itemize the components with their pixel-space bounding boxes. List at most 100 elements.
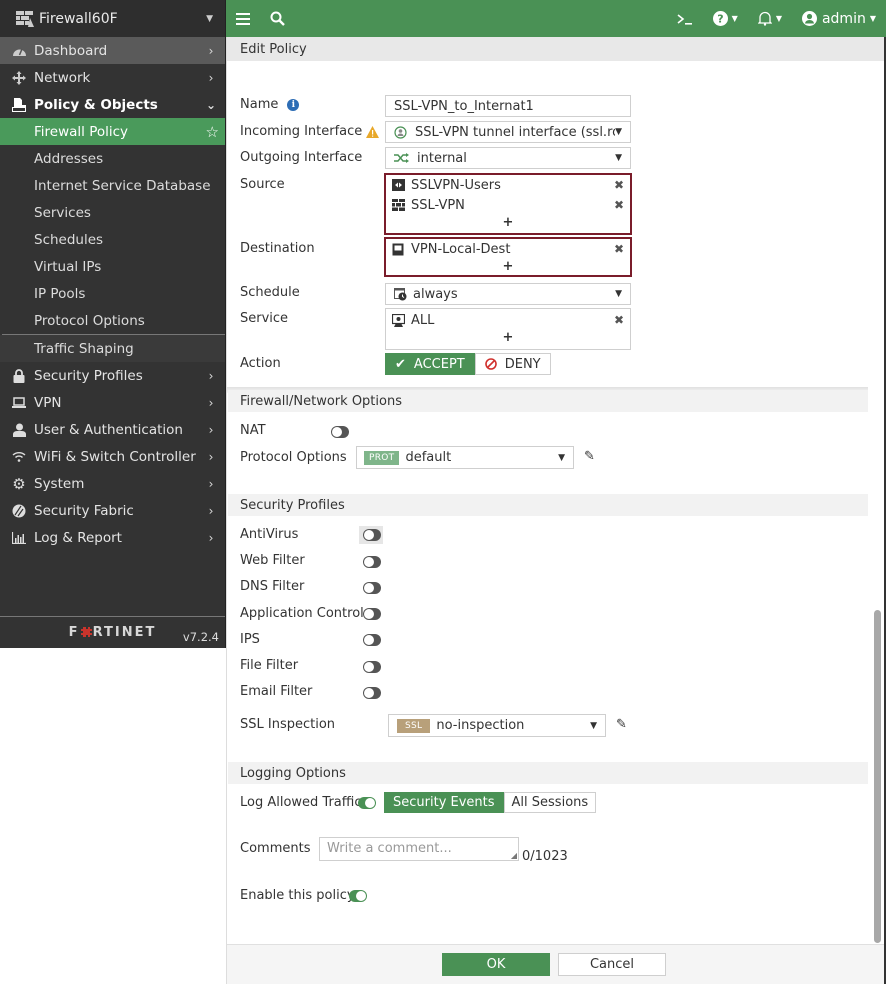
sidebar-subitem-ip-pools[interactable]: IP Pools bbox=[0, 280, 225, 307]
bell-icon bbox=[757, 11, 772, 26]
username: admin bbox=[821, 10, 866, 27]
sidebar-item-security-profiles[interactable]: Security Profiles › bbox=[0, 362, 225, 389]
sidebar-item-dashboard[interactable]: Dashboard › bbox=[0, 37, 225, 64]
sidebar-item-policy-objects[interactable]: Policy & Objects ⌄ bbox=[0, 91, 225, 118]
firmware-version: v7.2.4 bbox=[182, 630, 219, 644]
source-entry: SSLVPN-Users ✖ bbox=[386, 175, 630, 195]
dns-filter-toggle[interactable] bbox=[363, 582, 381, 594]
sidebar-subitem-virtual-ips[interactable]: Virtual IPs bbox=[0, 253, 225, 280]
sidebar-subitem-label: Traffic Shaping bbox=[34, 340, 134, 357]
sidebar-item-system[interactable]: ⚙ System › bbox=[0, 470, 225, 497]
destination-label: Destination bbox=[240, 241, 315, 256]
sidebar-item-wifi-switch-controller[interactable]: WiFi & Switch Controller › bbox=[0, 443, 225, 470]
profile-label: Application Control bbox=[240, 606, 364, 621]
sidebar-subitem-schedules[interactable]: Schedules bbox=[0, 226, 225, 253]
source-selector[interactable]: SSLVPN-Users ✖ SSL-VPN ✖ + bbox=[384, 173, 632, 235]
vertical-scrollbar[interactable] bbox=[874, 610, 881, 943]
enable-policy-row: Enable this policy bbox=[240, 888, 355, 903]
gear-icon: ⚙ bbox=[12, 474, 26, 493]
edit-pencil-icon[interactable]: ✎ bbox=[584, 449, 595, 464]
sidebar-subitem-services[interactable]: Services bbox=[0, 199, 225, 226]
nat-row: NAT bbox=[240, 423, 266, 438]
outgoing-interface-label: Outgoing Interface bbox=[240, 150, 363, 165]
sidebar-subitem-label: Virtual IPs bbox=[34, 258, 102, 275]
add-destination-button[interactable]: + bbox=[386, 259, 630, 277]
sidebar-item-label: System bbox=[34, 475, 85, 492]
info-icon[interactable]: i bbox=[287, 98, 300, 111]
antivirus-toggle[interactable] bbox=[363, 529, 381, 541]
remove-icon[interactable]: ✖ bbox=[614, 198, 624, 212]
laptop-icon bbox=[10, 397, 28, 408]
add-source-button[interactable]: + bbox=[386, 215, 630, 233]
profile-label: Email Filter bbox=[240, 684, 313, 699]
service-selector[interactable]: ALL ✖ + bbox=[385, 308, 631, 350]
sidebar-item-security-fabric[interactable]: Security Fabric › bbox=[0, 497, 225, 524]
security-events-option[interactable]: Security Events bbox=[384, 792, 504, 813]
sidebar-item-network[interactable]: Network › bbox=[0, 64, 225, 91]
sidebar-item-user-authentication[interactable]: User & Authentication › bbox=[0, 416, 225, 443]
edit-policy-panel: Edit Policy Name i SSL-VPN_to_Internat1 … bbox=[226, 37, 886, 984]
sidebar-subitem-internet-service-database[interactable]: Internet Service Database bbox=[0, 172, 225, 199]
remove-icon[interactable]: ✖ bbox=[614, 313, 624, 327]
service-icon bbox=[392, 313, 406, 327]
add-service-button[interactable]: + bbox=[386, 330, 630, 348]
device-selector[interactable]: Firewall60F ▼ bbox=[0, 0, 225, 37]
log-allowed-traffic-label: Log Allowed Traffic bbox=[240, 795, 362, 810]
search-icon[interactable] bbox=[270, 11, 285, 26]
protocol-options-select[interactable]: PROT default ▼ bbox=[356, 446, 574, 469]
ssl-badge: SSL bbox=[397, 718, 431, 733]
sidebar-subitem-firewall-policy[interactable]: Firewall Policy ☆ bbox=[0, 118, 225, 145]
user-menu[interactable]: admin ▼ bbox=[801, 10, 876, 27]
sidebar-item-log-report[interactable]: Log & Report › bbox=[0, 524, 225, 551]
incoming-interface-select[interactable]: SSL-VPN tunnel interface (ssl.roo ▼ bbox=[385, 121, 631, 143]
all-sessions-option[interactable]: All Sessions bbox=[503, 792, 597, 813]
profile-label: Web Filter bbox=[240, 553, 305, 568]
enable-policy-toggle[interactable] bbox=[349, 890, 367, 902]
sidebar-item-label: Log & Report bbox=[34, 529, 122, 546]
chevron-right-icon: › bbox=[208, 368, 214, 383]
deny-option[interactable]: DENY bbox=[474, 353, 551, 375]
sidebar-subitem-protocol-options[interactable]: Protocol Options bbox=[0, 307, 225, 334]
warning-icon bbox=[366, 125, 380, 138]
schedule-clock-icon bbox=[394, 287, 407, 301]
bar-chart-icon bbox=[10, 531, 28, 544]
wifi-icon bbox=[10, 451, 28, 462]
destination-selector[interactable]: VPN-Local-Dest ✖ + bbox=[384, 237, 632, 277]
file-filter-toggle[interactable] bbox=[363, 661, 381, 673]
application-control-toggle[interactable] bbox=[363, 608, 381, 620]
email-filter-toggle[interactable] bbox=[363, 687, 381, 699]
action-toggle: ✔ ACCEPT DENY bbox=[385, 353, 551, 375]
profile-row-antivirus: AntiVirus bbox=[240, 527, 298, 542]
sidebar-item-label: Policy & Objects bbox=[34, 96, 158, 113]
sidebar-subitem-traffic-shaping[interactable]: Traffic Shaping bbox=[0, 335, 225, 362]
cli-console-icon[interactable] bbox=[677, 13, 693, 25]
notifications-menu[interactable]: ▼ bbox=[757, 11, 782, 26]
remove-icon[interactable]: ✖ bbox=[614, 178, 624, 192]
profile-row-web-filter: Web Filter bbox=[240, 553, 305, 568]
deny-circle-icon bbox=[484, 358, 497, 370]
name-input[interactable]: SSL-VPN_to_Internat1 bbox=[385, 95, 631, 117]
sidebar-subitem-addresses[interactable]: Addresses bbox=[0, 145, 225, 172]
comments-textarea[interactable]: Write a comment... ◢ bbox=[319, 837, 519, 861]
ssl-vpn-tunnel-icon bbox=[394, 125, 407, 139]
service-row: Service bbox=[240, 311, 288, 326]
ok-button[interactable]: OK bbox=[442, 953, 550, 976]
ips-toggle[interactable] bbox=[363, 634, 381, 646]
cancel-button[interactable]: Cancel bbox=[558, 953, 666, 976]
edit-pencil-icon[interactable]: ✎ bbox=[616, 717, 627, 732]
destination-entry-label: VPN-Local-Dest bbox=[411, 241, 511, 257]
remove-icon[interactable]: ✖ bbox=[614, 242, 624, 256]
schedule-select[interactable]: always ▼ bbox=[385, 283, 631, 305]
log-allowed-traffic-toggle[interactable] bbox=[358, 797, 376, 809]
sidebar-item-vpn[interactable]: VPN › bbox=[0, 389, 225, 416]
help-menu[interactable]: ? ▼ bbox=[712, 11, 738, 26]
star-favorite-icon[interactable]: ☆ bbox=[206, 123, 219, 141]
ssl-inspection-select[interactable]: SSL no-inspection ▼ bbox=[388, 714, 606, 737]
dropdown-arrow-icon: ▼ bbox=[558, 452, 565, 463]
resize-grip-icon[interactable]: ◢ bbox=[511, 851, 517, 860]
web-filter-toggle[interactable] bbox=[363, 556, 381, 568]
hamburger-menu-icon[interactable] bbox=[236, 12, 250, 25]
nat-toggle[interactable] bbox=[331, 426, 349, 438]
outgoing-interface-select[interactable]: internal ▼ bbox=[385, 147, 631, 169]
accept-option[interactable]: ✔ ACCEPT bbox=[385, 353, 475, 375]
